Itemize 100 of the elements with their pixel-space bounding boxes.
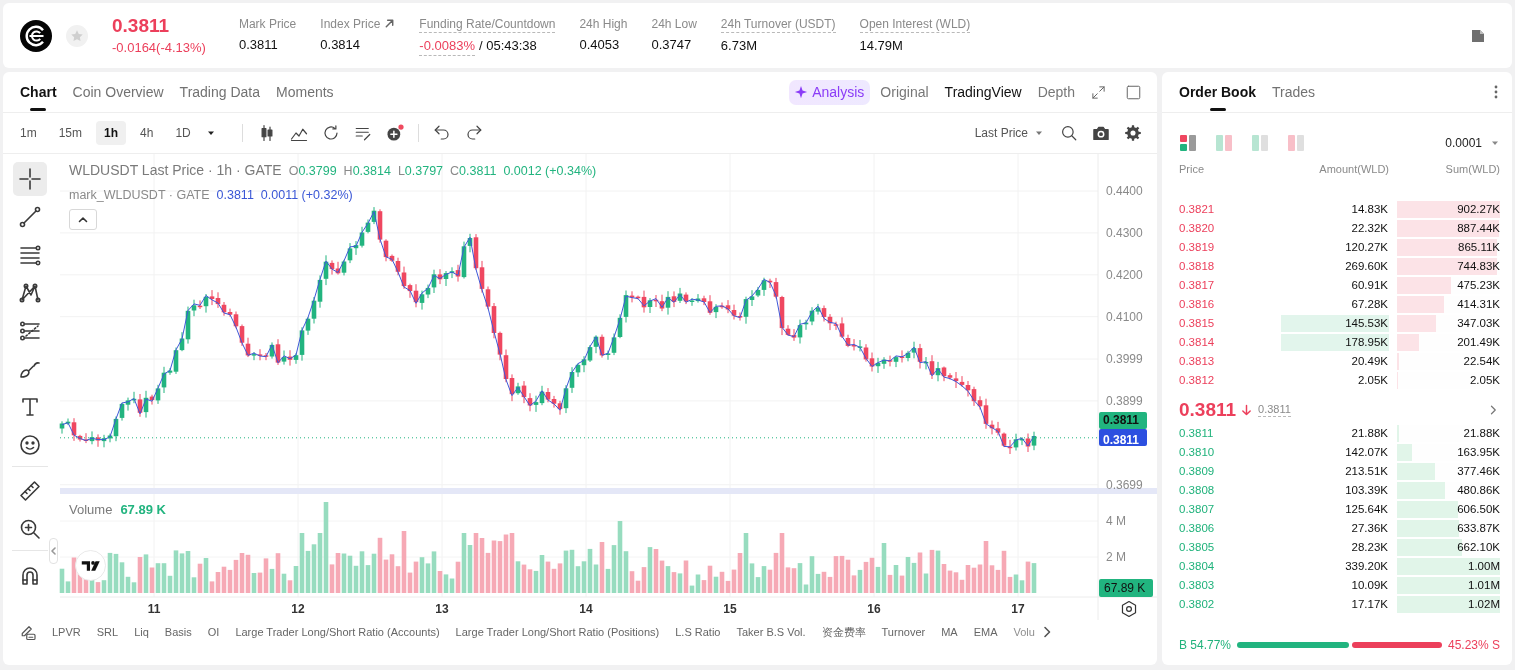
volume-value: 67.89 K (120, 501, 166, 519)
order-book-tab[interactable]: Trades (1272, 72, 1316, 112)
price-axis-label: 0.3699 (1106, 477, 1143, 492)
view-tab[interactable]: Original (880, 81, 929, 103)
indicator-tab[interactable]: Basis (164, 623, 192, 641)
chevron-right-icon[interactable] (1042, 626, 1051, 638)
collapse-legend-button[interactable] (69, 209, 97, 230)
bid-amount: 125.64K (1345, 503, 1388, 515)
indicator-tab[interactable]: SRL (96, 623, 119, 641)
price-source-dropdown[interactable]: Last Price (974, 124, 1044, 142)
pencil-box-icon[interactable] (20, 623, 38, 641)
column-layout-icon[interactable] (1180, 135, 1196, 151)
ask-price: 0.3819 (1179, 240, 1215, 253)
stat-label: 24h Low (651, 15, 697, 32)
stat-label[interactable]: 24h Turnover (USDT) (720, 15, 836, 33)
ohlc-value: O0.3799 (288, 163, 337, 180)
plus-circle-icon[interactable] (385, 124, 404, 142)
bid-amount: 10.09K (1351, 579, 1388, 591)
redo-icon[interactable] (464, 124, 483, 142)
collapse-toolbar-handle[interactable] (49, 538, 58, 564)
interval-tab[interactable]: 1m (12, 121, 45, 145)
indicator-tab[interactable]: MA (941, 623, 958, 641)
document-icon[interactable] (1471, 28, 1485, 43)
bid-amount: 339.20K (1345, 560, 1388, 572)
stat-value: -0.0083% (419, 36, 475, 56)
chart-tab[interactable]: Trading Data (179, 72, 260, 112)
stat-value: 14.79M (859, 36, 904, 55)
more-options-icon[interactable] (1494, 85, 1498, 99)
last-price: 0.3811 (112, 14, 171, 37)
ask-price: 0.3818 (1179, 259, 1215, 272)
indicator-tab[interactable]: Large Trader Long/Short Ratio (Positions) (455, 623, 660, 641)
undo-icon[interactable] (432, 124, 451, 142)
indicator-tab[interactable]: Volu (1013, 623, 1035, 641)
stat-label[interactable]: Index Price (320, 15, 381, 32)
indicator-tab[interactable]: LPVR (52, 623, 81, 641)
precision-dropdown[interactable]: 0.0001 (1445, 134, 1500, 152)
ask-amount: 120.27K (1344, 240, 1389, 255)
bid-total: 633.87K (1457, 522, 1500, 534)
price-axis-label: 0.4300 (1106, 225, 1143, 240)
price-change: 0.0012 (+0.34%) (503, 163, 597, 180)
sparkle-icon (794, 85, 809, 99)
stat-label[interactable]: Open Interest (WLD) (859, 15, 971, 33)
stat-value: 0.4053 (579, 35, 621, 54)
camera-icon[interactable] (1092, 124, 1110, 142)
indicator-tab[interactable]: OI (207, 623, 220, 641)
arrow-up-right-icon[interactable] (384, 18, 396, 29)
ask-total: 201.49K (1457, 336, 1500, 348)
indicator-tab[interactable]: Taker B.S Vol. (736, 623, 806, 641)
column-header: Amount(WLD) (1318, 161, 1389, 177)
hexagon-icon[interactable] (1120, 600, 1138, 618)
chart-tab[interactable]: Coin Overview (72, 72, 164, 112)
countdown-value: / 05:43:38 (479, 36, 537, 55)
volume-label: Volume (69, 501, 113, 519)
logo-icon[interactable] (75, 550, 106, 581)
interval-tab[interactable]: 4h (132, 121, 162, 145)
time-axis-label: 16 (867, 602, 881, 616)
circular-arrow-icon[interactable] (321, 124, 340, 142)
bid-price: 0.3808 (1179, 483, 1215, 496)
buy-ratio: B 54.77% (1179, 637, 1232, 654)
time-axis-label: 13 (435, 602, 449, 616)
bid-total: 662.10K (1457, 541, 1500, 553)
interval-tab[interactable]: 1D (167, 121, 199, 145)
bid-amount: 28.23K (1351, 541, 1388, 553)
stat-label[interactable]: Funding Rate/Countdown (419, 15, 556, 33)
interval-tab[interactable]: 1h (96, 121, 127, 145)
stat-value: 0.3747 (651, 35, 693, 54)
chart-tab[interactable]: Moments (276, 72, 334, 112)
chevron-left-icon (51, 547, 56, 555)
ruler-icon (18, 479, 42, 503)
view-tab[interactable]: TradingView (944, 81, 1022, 103)
bid-total: 1.01M (1468, 579, 1500, 591)
square-icon[interactable] (1126, 84, 1141, 100)
analysis-tab[interactable]: Analysis (789, 79, 871, 105)
column-header: Sum(WLD) (1444, 161, 1500, 177)
settings-icon[interactable] (1124, 124, 1142, 142)
search-icon[interactable] (1060, 124, 1078, 142)
bid-price: 0.3810 (1179, 445, 1215, 458)
indicator-tab[interactable]: EMA (973, 623, 998, 641)
drawing-tool[interactable] (13, 162, 47, 196)
ask-price: 0.3812 (1179, 373, 1215, 386)
bid-total: 21.88K (1463, 427, 1500, 439)
ask-total: 2.05K (1469, 374, 1500, 386)
logo-icon (20, 19, 52, 52)
chart-tab[interactable]: Chart (20, 72, 57, 112)
order-book-tab[interactable]: Order Book (1179, 72, 1256, 112)
stat-value: 0.3814 (320, 35, 362, 54)
interval-tab[interactable]: 15m (50, 121, 90, 145)
indicator-tab[interactable]: Turnover (881, 623, 926, 641)
indicator-tab[interactable]: L.S Ratio (675, 623, 721, 641)
ask-total: 22.54K (1463, 355, 1500, 367)
indicator-tab[interactable]: Large Trader Long/Short Ratio (Accounts) (235, 623, 440, 641)
bid-amount: 103.39K (1345, 484, 1388, 496)
expand-icon[interactable] (1091, 84, 1106, 100)
bid-amount: 142.07K (1345, 446, 1388, 458)
indicator-tab[interactable]: 资金费率 (821, 623, 866, 641)
line-tool-icon (18, 205, 42, 229)
mark-price-title: mark_WLDUSDT · GATE (69, 187, 210, 204)
view-tab[interactable]: Depth (1037, 81, 1075, 103)
indicator-tab[interactable]: Liq (134, 623, 149, 641)
bid-price: 0.3805 (1179, 540, 1215, 553)
